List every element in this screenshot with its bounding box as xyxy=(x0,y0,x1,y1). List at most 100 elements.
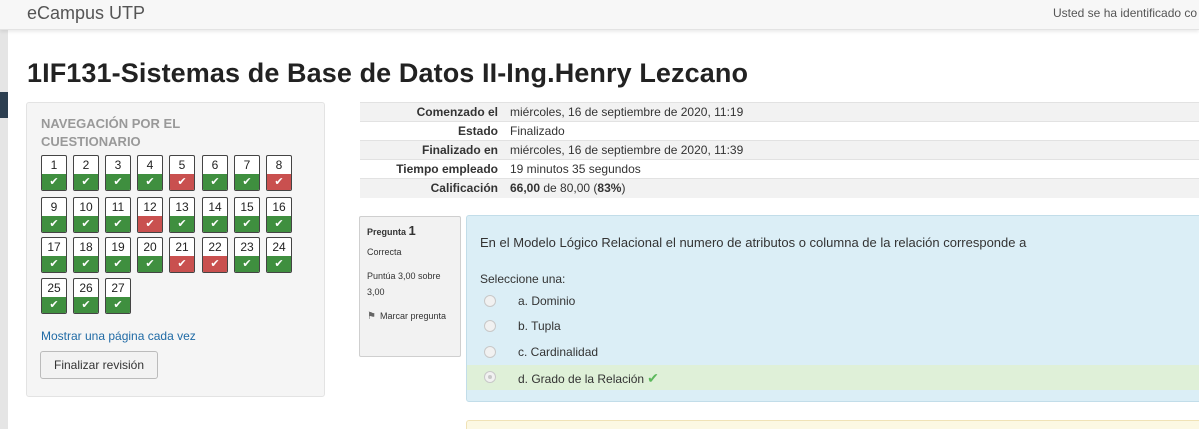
question-button-number: 1 xyxy=(50,158,58,172)
question-button-number: 21 xyxy=(175,240,189,254)
question-button-7[interactable]: 7 ✔ xyxy=(234,155,260,191)
correct-check-icon: ✔ xyxy=(235,174,259,190)
question-button-26[interactable]: 26 ✔ xyxy=(73,278,99,314)
question-button-number: 7 xyxy=(243,158,251,172)
question-button-number: 9 xyxy=(50,200,58,214)
question-button-11[interactable]: 11 ✔ xyxy=(105,197,131,233)
radio-button[interactable] xyxy=(484,295,496,307)
radio-button-selected[interactable] xyxy=(484,371,496,383)
radio-button[interactable] xyxy=(484,320,496,332)
top-navbar: eCampus UTP Usted se ha identificado co xyxy=(0,0,1199,30)
question-button-number: 3 xyxy=(114,158,122,172)
user-login-info: Usted se ha identificado co xyxy=(1053,6,1198,20)
incorrect-state-icon: ✔ xyxy=(170,256,194,272)
show-one-page-link[interactable]: Mostrar una página cada vez xyxy=(41,329,196,343)
correct-check-icon: ✔ xyxy=(74,297,98,313)
question-button-25[interactable]: 25 ✔ xyxy=(41,278,67,314)
summary-label: Estado xyxy=(360,121,504,141)
incorrect-state-icon: ✔ xyxy=(170,174,194,190)
question-button-8[interactable]: 8 ✔ xyxy=(266,155,292,191)
site-brand[interactable]: eCampus UTP xyxy=(27,3,145,24)
question-button-number: 8 xyxy=(275,158,283,172)
answer-text: c. Cardinalidad xyxy=(518,345,599,359)
flag-question-link[interactable]: ⚑ Marcar pregunta xyxy=(367,308,453,325)
answer-text-value: d. Grado de la Relación xyxy=(518,372,645,386)
question-button-17[interactable]: 17 ✔ xyxy=(41,237,67,273)
radio-button[interactable] xyxy=(484,346,496,358)
summary-value: Finalizado xyxy=(504,121,1199,141)
correct-check-icon: ✔ xyxy=(267,256,291,272)
page-title: 1IF131-Sistemas de Base de Datos II-Ing.… xyxy=(27,58,749,88)
question-button-3[interactable]: 3 ✔ xyxy=(105,155,131,191)
question-button-number: 23 xyxy=(240,240,254,254)
summary-row: Estado Finalizado xyxy=(360,121,1199,141)
summary-row: Tiempo empleado 19 minutos 35 segundos xyxy=(360,159,1199,179)
question-button-27[interactable]: 27 ✔ xyxy=(105,278,131,314)
question-button-13[interactable]: 13 ✔ xyxy=(169,197,195,233)
question-button-number: 17 xyxy=(47,240,61,254)
question-button-6[interactable]: 6 ✔ xyxy=(202,155,228,191)
flag-icon: ⚑ xyxy=(367,311,376,322)
correct-check-icon: ✔ xyxy=(42,216,66,232)
question-button-24[interactable]: 24 ✔ xyxy=(266,237,292,273)
correct-check-icon: ✔ xyxy=(42,256,66,272)
summary-value: 19 minutos 35 segundos xyxy=(504,159,1199,179)
summary-label: Finalizado en xyxy=(360,140,504,160)
question-button-number: 26 xyxy=(79,281,93,295)
question-button-12[interactable]: 12 ✔ xyxy=(137,197,163,233)
incorrect-state-icon: ✔ xyxy=(267,174,291,190)
correct-check-icon: ✔ xyxy=(106,174,130,190)
answer-text: d. Grado de la Relación ✔ xyxy=(518,370,659,387)
question-button-22[interactable]: 22 ✔ xyxy=(202,237,228,273)
answer-option-d[interactable]: d. Grado de la Relación ✔ xyxy=(467,365,1199,390)
left-edge-bar xyxy=(0,0,8,429)
question-button-4[interactable]: 4 ✔ xyxy=(137,155,163,191)
question-button-16[interactable]: 16 ✔ xyxy=(266,197,292,233)
correct-check-icon: ✔ xyxy=(74,256,98,272)
correct-check-icon: ✔ xyxy=(106,256,130,272)
correct-check-icon: ✔ xyxy=(235,216,259,232)
attempt-summary-table: Comenzado el miércoles, 16 de septiembre… xyxy=(360,102,1199,198)
correct-check-icon: ✔ xyxy=(42,174,66,190)
question-button-number: 4 xyxy=(146,158,154,172)
question-button-2[interactable]: 2 ✔ xyxy=(73,155,99,191)
question-button-number: 2 xyxy=(82,158,90,172)
question-button-21[interactable]: 21 ✔ xyxy=(169,237,195,273)
answer-option-a[interactable]: a. Dominio xyxy=(467,289,1199,314)
correct-check-icon: ✔ xyxy=(170,216,194,232)
question-button-5[interactable]: 5 ✔ xyxy=(169,155,195,191)
question-button-number: 19 xyxy=(111,240,125,254)
next-question-block xyxy=(466,420,1199,429)
summary-row: Finalizado en miércoles, 16 de septiembr… xyxy=(360,140,1199,160)
question-button-18[interactable]: 18 ✔ xyxy=(73,237,99,273)
question-grade: Puntúa 3,00 sobre 3,00 xyxy=(367,271,441,297)
question-button-number: 25 xyxy=(47,281,61,295)
summary-label: Tiempo empleado xyxy=(360,159,504,179)
question-button-10[interactable]: 10 ✔ xyxy=(73,197,99,233)
correct-check-icon: ✔ xyxy=(106,216,130,232)
question-button-14[interactable]: 14 ✔ xyxy=(202,197,228,233)
question-button-number: 10 xyxy=(79,200,93,214)
correct-check-icon: ✔ xyxy=(203,174,227,190)
question-label: Pregunta xyxy=(367,227,407,237)
correct-check-icon: ✔ xyxy=(267,216,291,232)
question-number: Pregunta 1 xyxy=(367,223,453,238)
question-state: Correcta xyxy=(367,247,402,257)
correct-check-icon: ✔ xyxy=(106,297,130,313)
answer-option-b[interactable]: b. Tupla xyxy=(467,314,1199,339)
answer-prompt: Seleccione una: xyxy=(480,272,566,286)
incorrect-state-icon: ✔ xyxy=(203,256,227,272)
question-button-19[interactable]: 19 ✔ xyxy=(105,237,131,273)
grade-score: 66,00 xyxy=(510,181,541,196)
question-button-15[interactable]: 15 ✔ xyxy=(234,197,260,233)
question-info-panel: Pregunta 1 Correcta Puntúa 3,00 sobre 3,… xyxy=(359,216,461,357)
correct-check-icon: ✔ xyxy=(74,216,98,232)
question-button-23[interactable]: 23 ✔ xyxy=(234,237,260,273)
question-button-9[interactable]: 9 ✔ xyxy=(41,197,67,233)
correct-check-icon: ✔ xyxy=(74,174,98,190)
left-edge-marker xyxy=(0,92,8,118)
question-button-1[interactable]: 1 ✔ xyxy=(41,155,67,191)
finish-review-button[interactable]: Finalizar revisión xyxy=(40,351,158,379)
answer-option-c[interactable]: c. Cardinalidad xyxy=(467,340,1199,365)
question-button-20[interactable]: 20 ✔ xyxy=(137,237,163,273)
